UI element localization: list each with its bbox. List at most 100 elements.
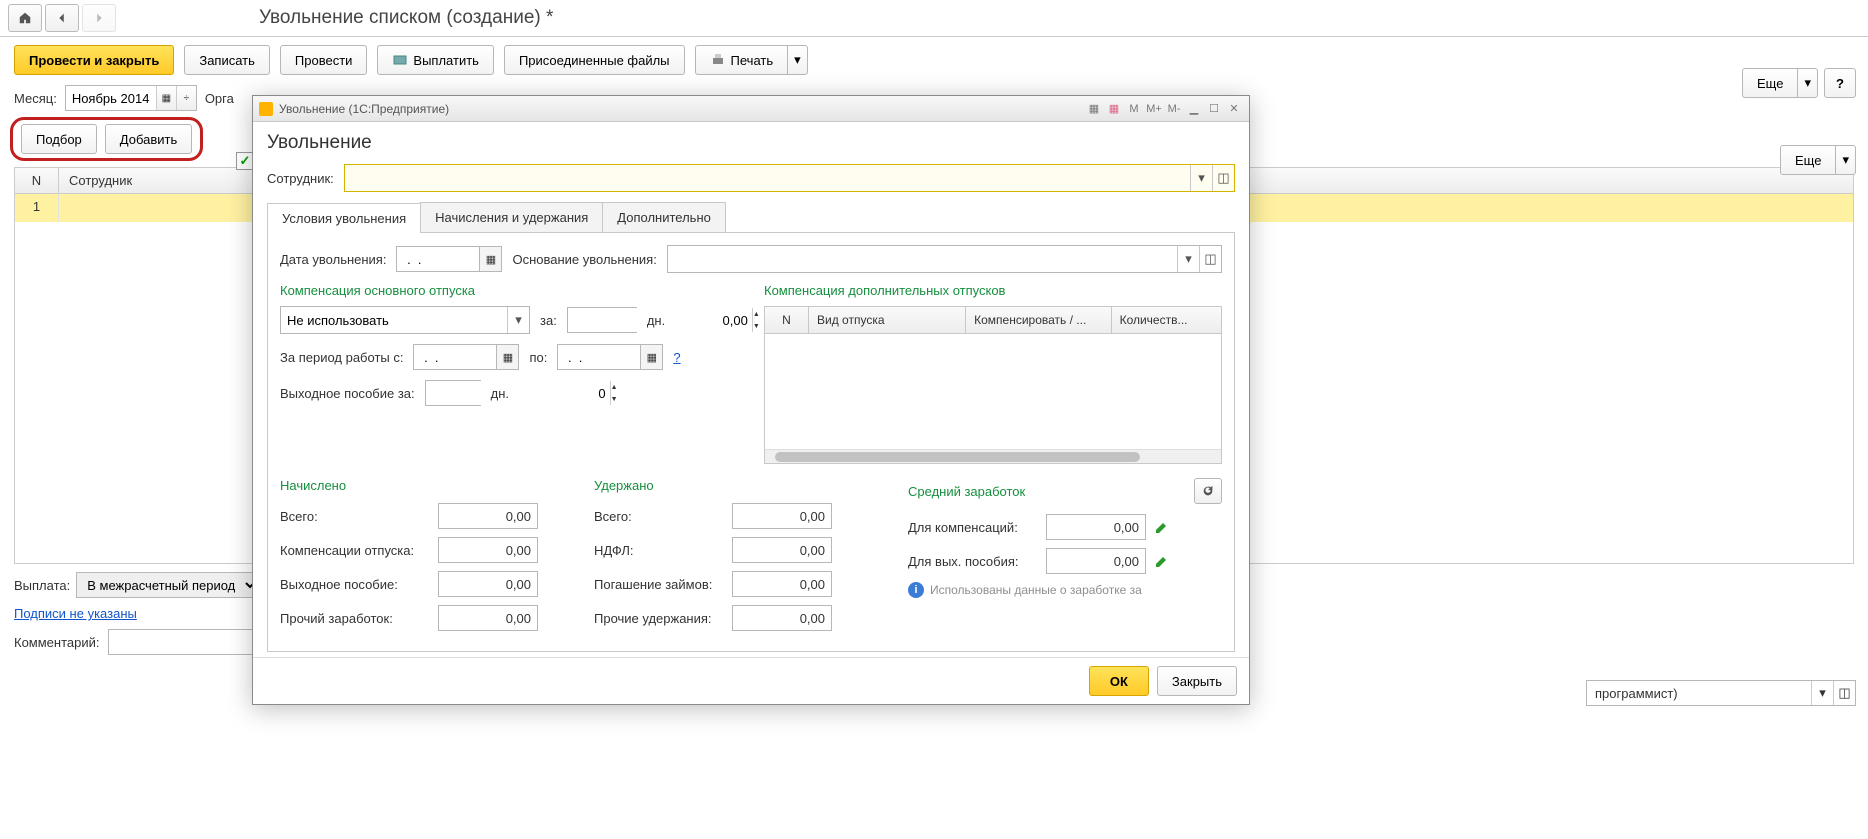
more-dropdown[interactable]: ▾ [1797,68,1818,98]
employee-dropdown[interactable]: ▾ [1190,165,1212,191]
more-button-2[interactable]: Еще [1780,145,1835,175]
spin-up[interactable]: ▲ [753,308,760,320]
mt-hscroll[interactable] [765,449,1221,463]
withheld-total-value[interactable]: 0,00 [732,503,832,529]
win-calc-m[interactable]: M [1125,101,1143,117]
home-button[interactable] [8,4,42,32]
save-button[interactable]: Записать [184,45,270,75]
severance-days-unit: дн. [491,386,509,401]
add-button[interactable]: Добавить [105,124,192,154]
forsev-value[interactable]: 0,00 [1046,548,1146,574]
accrued-other-label: Прочий заработок: [280,611,430,626]
mt-col-n: N [765,307,809,333]
basis-open[interactable]: ◫ [1199,246,1221,272]
month-spin-btn[interactable]: ÷ [176,86,196,110]
period-to-picker[interactable]: ▦ [641,344,663,370]
footer-select-open[interactable]: ◫ [1833,681,1855,705]
employee-open[interactable]: ◫ [1212,165,1234,191]
withheld-total-label: Всего: [594,509,724,524]
forcomp-value[interactable]: 0,00 [1046,514,1146,540]
extra-vacation-table[interactable]: N Вид отпуска Компенсировать / ... Колич… [764,306,1222,464]
employee-combo[interactable]: ▾ ◫ [344,164,1235,192]
refresh-icon [1201,484,1215,498]
cell-n: 1 [15,194,59,222]
employee-input[interactable] [345,165,1190,191]
withheld-header: Удержано [594,478,908,493]
help-button[interactable]: ? [1824,68,1856,98]
accrued-total-value[interactable]: 0,00 [438,503,538,529]
tab-conditions[interactable]: Условия увольнения [267,203,421,233]
pick-button[interactable]: Подбор [21,124,97,154]
ndfl-value[interactable]: 0,00 [732,537,832,563]
period-to-input[interactable] [557,344,641,370]
period-from-input[interactable] [413,344,497,370]
win-tool-1[interactable]: ▦ [1085,101,1103,117]
post-and-close-button[interactable]: Провести и закрыть [14,45,174,75]
close-button[interactable]: Закрыть [1157,666,1237,696]
mt-col-qty: Количеств... [1112,307,1221,333]
ok-button[interactable]: ОК [1089,666,1149,696]
modal-window-title: Увольнение (1С:Предприятие) [279,102,1079,116]
ndfl-label: НДФЛ: [594,543,724,558]
month-input[interactable] [66,91,156,106]
back-button[interactable] [45,4,79,32]
pencil-icon-2[interactable] [1154,553,1170,569]
accrued-header: Начислено [280,478,594,493]
win-calc-mplus[interactable]: M+ [1145,101,1163,117]
more-button[interactable]: Еще [1742,68,1797,98]
loan-value[interactable]: 0,00 [732,571,832,597]
highlighted-buttons: Подбор Добавить [10,117,203,161]
basis-label: Основание увольнения: [512,252,656,267]
basis-combo[interactable]: ▾ ◫ [667,245,1222,273]
loan-label: Погашение займов: [594,577,724,592]
period-from-picker[interactable]: ▦ [497,344,519,370]
comp-option-dropdown[interactable]: ▾ [280,306,530,334]
tab-accruals[interactable]: Начисления и удержания [420,202,603,232]
signatures-link[interactable]: Подписи не указаны [14,606,137,621]
page-title: Увольнение списком (создание) * [259,7,553,29]
footer-select-dropdown[interactable]: ▾ [1811,681,1833,705]
win-minimize[interactable]: ▁ [1185,101,1203,117]
period-help-link[interactable]: ? [673,350,680,365]
mt-body[interactable] [765,334,1221,449]
severance-input[interactable] [426,381,610,405]
month-calendar-btn[interactable]: ▦ [156,86,176,110]
print-dropdown[interactable]: ▾ [787,45,808,75]
post-button[interactable]: Провести [280,45,368,75]
win-tool-2[interactable]: ▦ [1105,101,1123,117]
basis-dropdown[interactable]: ▾ [1177,246,1199,272]
footer-select[interactable]: программист) ▾ ◫ [1586,680,1856,706]
win-maximize[interactable]: ☐ [1205,101,1223,117]
pay-button[interactable]: Выплатить [377,45,494,75]
tab-additional[interactable]: Дополнительно [602,202,726,232]
sev-spin-down[interactable]: ▼ [611,393,618,405]
basis-input[interactable] [668,246,1177,272]
other-withheld-value[interactable]: 0,00 [732,605,832,631]
forward-button[interactable] [82,4,116,32]
attached-files-button[interactable]: Присоединенные файлы [504,45,685,75]
comp-option-input[interactable] [281,307,507,333]
accrued-comp-value[interactable]: 0,00 [438,537,538,563]
comp-option-arrow[interactable]: ▾ [507,307,529,333]
dismissal-date-picker[interactable]: ▦ [480,246,502,272]
refresh-button[interactable] [1194,478,1222,504]
org-label: Орга [205,91,234,106]
win-calc-mminus[interactable]: M- [1165,101,1183,117]
payout-select[interactable]: В межрасчетный период [76,572,259,598]
sev-spin-up[interactable]: ▲ [611,381,618,393]
accrued-other-value[interactable]: 0,00 [438,605,538,631]
other-withheld-label: Прочие удержания: [594,611,724,626]
spin-down[interactable]: ▼ [753,320,760,332]
for-days-spin[interactable]: ▲▼ [567,307,637,333]
accrued-comp-label: Компенсации отпуска: [280,543,430,558]
print-button[interactable]: Печать [695,45,788,75]
mt-hscroll-thumb[interactable] [775,452,1140,462]
app-icon [259,102,273,116]
win-close[interactable]: ✕ [1225,101,1243,117]
dismissal-date-input[interactable] [396,246,480,272]
more-dropdown-2[interactable]: ▾ [1835,145,1856,175]
severance-spin[interactable]: ▲▼ [425,380,481,406]
modal-heading: Увольнение [267,132,1235,154]
pencil-icon[interactable] [1154,519,1170,535]
accrued-sev-value[interactable]: 0,00 [438,571,538,597]
